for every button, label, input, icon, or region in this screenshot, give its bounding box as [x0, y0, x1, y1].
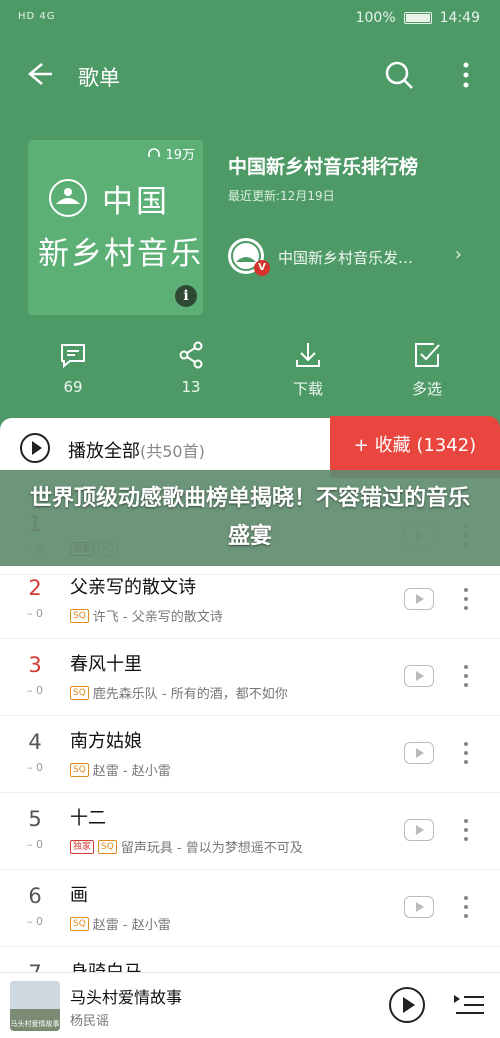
- song-title: 画: [70, 885, 88, 906]
- more-vertical-icon[interactable]: [456, 60, 476, 90]
- sq-tag: SQ: [98, 839, 117, 854]
- sq-tag: SQ: [70, 608, 89, 623]
- song-row[interactable]: 4 – 0 南方姑娘 SQ 赵雷 - 赵小雷: [0, 716, 500, 793]
- creator-row[interactable]: V 中国新乡村音乐发… ›: [228, 238, 468, 276]
- top-bar: 歌单: [0, 48, 500, 104]
- search-icon[interactable]: [384, 60, 414, 90]
- exclusive-tag: 独家: [70, 839, 95, 854]
- verified-badge: V: [254, 260, 270, 276]
- album-thumbnail[interactable]: 马头村爱情故事: [10, 981, 60, 1031]
- mv-play-icon[interactable]: [404, 588, 434, 610]
- rank-trend: – 0: [27, 838, 43, 851]
- song-meta: SQ 赵雷 - 赵小雷: [70, 760, 171, 779]
- mv-play-icon[interactable]: [404, 819, 434, 841]
- action-bar: 69 13 下载 多选: [0, 340, 500, 410]
- song-rank: 4: [28, 730, 42, 754]
- song-meta: SQ 鹿先森乐队 - 所有的酒，都不如你: [70, 683, 288, 702]
- more-vertical-icon[interactable]: [458, 817, 474, 843]
- song-row[interactable]: 5 – 0 十二独家 SQ 留声玩具 - 曾以为梦想遥不可及: [0, 793, 500, 870]
- song-row[interactable]: 6 – 0 画 SQ 赵雷 - 赵小雷: [0, 870, 500, 947]
- status-bar: HD 4G 100% 14:49: [0, 0, 500, 40]
- song-title: 南方姑娘: [70, 731, 142, 752]
- rank-trend: – 0: [27, 684, 43, 697]
- last-updated: 最近更新:12月19日: [228, 189, 335, 203]
- song-title: 十二: [70, 808, 106, 829]
- info-icon[interactable]: i: [175, 285, 197, 307]
- creator-name: 中国新乡村音乐发…: [278, 249, 414, 267]
- more-vertical-icon[interactable]: [458, 740, 474, 766]
- song-meta: SQ 赵雷 - 赵小雷: [70, 914, 171, 933]
- song-meta: SQ 许飞 - 父亲写的散文诗: [70, 606, 223, 625]
- comment-button[interactable]: 69: [33, 340, 113, 396]
- back-arrow-icon[interactable]: [22, 58, 58, 94]
- song-rank: 6: [28, 884, 42, 908]
- comment-icon: [61, 344, 85, 369]
- sq-tag: SQ: [70, 916, 89, 931]
- signal-indicator: HD 4G: [18, 11, 56, 22]
- song-title: 父亲写的散文诗: [70, 577, 196, 598]
- playlist-header: HD 4G 100% 14:49 歌单 19万 中国 新乡村音乐 i 中国新乡村…: [0, 0, 500, 440]
- download-button[interactable]: 下载: [268, 340, 348, 399]
- song-rank: 3: [28, 653, 42, 677]
- battery-percent: 100%: [355, 10, 396, 26]
- play-all-label[interactable]: 播放全部(共50首): [68, 437, 205, 463]
- song-meta: 独家 SQ 留声玩具 - 曾以为梦想遥不可及: [70, 837, 303, 856]
- now-playing-title: 马头村爱情故事: [70, 988, 183, 1007]
- playlist-queue-icon[interactable]: [452, 991, 486, 1019]
- song-row[interactable]: 3 – 0 春风十里 SQ 鹿先森乐队 - 所有的酒，都不如你: [0, 639, 500, 716]
- song-title: 春风十里: [70, 654, 142, 675]
- song-artist-album: 鹿先森乐队 - 所有的酒，都不如你: [92, 687, 288, 702]
- download-icon: [296, 343, 320, 367]
- logo-icon: [49, 179, 87, 217]
- cover-text-line2: 新乡村音乐: [38, 236, 203, 272]
- collect-button[interactable]: + 收藏 (1342): [330, 416, 500, 478]
- play-count: 19万: [147, 144, 195, 163]
- headphones-icon: [148, 148, 161, 157]
- clock: 14:49: [439, 10, 480, 26]
- rank-trend: – 0: [27, 761, 43, 774]
- rank-trend: – 0: [27, 607, 43, 620]
- battery-icon: [403, 12, 432, 24]
- mini-player[interactable]: 马头村爱情故事 马头村爱情故事 杨民谣: [0, 972, 500, 1038]
- more-vertical-icon[interactable]: [458, 586, 474, 612]
- sq-tag: SQ: [70, 685, 89, 700]
- song-row[interactable]: 2 – 0 父亲写的散文诗 SQ 许飞 - 父亲写的散文诗: [0, 562, 500, 639]
- play-circle-icon[interactable]: [20, 433, 50, 463]
- song-rank: 2: [28, 576, 42, 600]
- now-playing-artist: 杨民谣: [70, 1014, 110, 1029]
- mv-play-icon[interactable]: [404, 896, 434, 918]
- more-vertical-icon[interactable]: [458, 894, 474, 920]
- cover-text-line1: 中国: [102, 184, 170, 220]
- mv-play-icon[interactable]: [404, 665, 434, 687]
- more-vertical-icon[interactable]: [458, 663, 474, 689]
- overlay-banner: 世界顶级动感歌曲榜单揭晓！不容错过的音乐盛宴: [0, 470, 500, 566]
- share-button[interactable]: 13: [151, 340, 231, 396]
- share-icon: [179, 341, 203, 369]
- rank-trend: – 0: [27, 915, 43, 928]
- sq-tag: SQ: [70, 762, 89, 777]
- playlist-title: 中国新乡村音乐排行榜: [228, 156, 419, 178]
- play-button[interactable]: [389, 987, 425, 1023]
- song-rank: 5: [28, 807, 42, 831]
- multiselect-icon: [415, 343, 440, 367]
- chevron-right-icon: ›: [454, 244, 462, 265]
- mv-play-icon[interactable]: [404, 742, 434, 764]
- multiselect-button[interactable]: 多选: [387, 340, 467, 399]
- song-count: (共50首): [140, 442, 205, 461]
- page-title: 歌单: [78, 66, 120, 90]
- song-artist-album: 许飞 - 父亲写的散文诗: [92, 610, 223, 625]
- playlist-cover[interactable]: 19万 中国 新乡村音乐 i: [28, 140, 203, 315]
- song-artist-album: 留声玩具 - 曾以为梦想遥不可及: [120, 841, 303, 856]
- song-artist-album: 赵雷 - 赵小雷: [92, 918, 171, 933]
- song-artist-album: 赵雷 - 赵小雷: [92, 764, 171, 779]
